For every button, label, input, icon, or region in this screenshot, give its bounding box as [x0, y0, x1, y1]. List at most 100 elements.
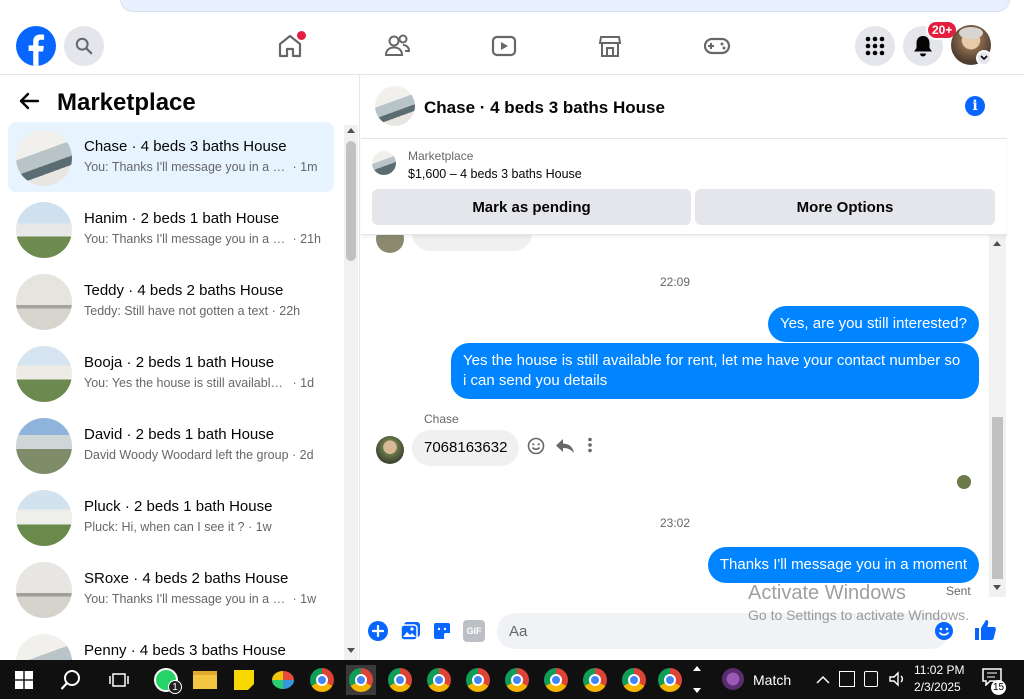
conversation-item[interactable]: Penny · 4 beds 3 baths House	[8, 626, 334, 660]
sidebar-scroll-thumb[interactable]	[346, 141, 356, 261]
chat-scrollbar[interactable]	[989, 235, 1006, 597]
gif-button[interactable]: GIF	[463, 620, 485, 642]
chat-avatar[interactable]	[375, 86, 415, 126]
taskbar-chrome[interactable]	[541, 665, 571, 695]
sender-avatar	[376, 235, 404, 253]
conversation-item[interactable]: SRoxe · 4 beds 2 baths House You: Thanks…	[8, 554, 334, 624]
arrow-left-icon	[19, 92, 40, 110]
chat-title[interactable]: Chase · 4 beds 3 baths House	[424, 98, 665, 118]
taskbar-chrome[interactable]	[502, 665, 532, 695]
listing-thumbnail	[16, 490, 72, 546]
conversation-title: Chase · 4 beds 3 baths House	[84, 138, 287, 155]
network-icon[interactable]	[839, 671, 855, 687]
clock-date[interactable]: 2/3/2025	[914, 680, 961, 694]
taskbar-chrome[interactable]	[463, 665, 493, 695]
chrome-icon	[544, 668, 568, 692]
scroll-down-arrow[interactable]	[347, 648, 355, 653]
listing-thumbnail[interactable]	[372, 151, 396, 175]
sidebar-scrollbar[interactable]	[344, 125, 358, 660]
timestamp-separator: 22:09	[660, 275, 691, 289]
sticker-icon	[434, 623, 450, 639]
taskbar-paint[interactable]	[268, 665, 298, 695]
react-button[interactable]	[527, 437, 545, 455]
taskbar-chrome-active[interactable]	[346, 665, 376, 695]
listing-source: Marketplace	[408, 149, 474, 163]
profile-dropdown[interactable]	[976, 50, 992, 66]
scroll-down-arrow[interactable]	[993, 585, 1001, 590]
previous-message-bubble	[412, 235, 532, 251]
more-vertical-icon	[588, 437, 592, 453]
info-icon: i	[972, 98, 978, 114]
sender-name: Chase	[424, 412, 459, 426]
sticker-button[interactable]	[431, 620, 453, 642]
clock-time[interactable]: 11:02 PM	[914, 663, 964, 677]
conversation-item[interactable]: Chase · 4 beds 3 baths House You: Thanks…	[8, 122, 334, 192]
incoming-message[interactable]: 7068163632	[412, 430, 520, 466]
thumbs-up-icon	[975, 620, 996, 640]
nav-gaming[interactable]	[697, 30, 737, 62]
taskbar-chrome[interactable]	[424, 665, 454, 695]
gaming-icon	[703, 37, 731, 55]
nav-video[interactable]	[484, 30, 524, 62]
taskbar-chrome[interactable]	[385, 665, 415, 695]
facebook-logo[interactable]	[16, 26, 56, 66]
conversation-title: David · 2 beds 1 bath House	[84, 426, 275, 443]
back-button[interactable]	[18, 91, 46, 115]
more-actions-button[interactable]	[587, 437, 597, 455]
listing-title[interactable]: $1,600 – 4 beds 3 baths House	[408, 167, 582, 181]
like-button[interactable]	[973, 618, 997, 642]
add-button[interactable]	[368, 621, 388, 641]
taskbar-chrome[interactable]	[619, 665, 649, 695]
search-button[interactable]	[64, 26, 104, 66]
menu-button[interactable]	[855, 26, 895, 66]
nav-home[interactable]	[270, 30, 310, 62]
home-notification-dot	[297, 31, 306, 40]
windows-taskbar: 1 Match 11:02 PM 2/3/2025 15	[0, 660, 1024, 699]
taskbar-scroll-arrows[interactable]	[692, 664, 702, 696]
chat-scroll-thumb[interactable]	[992, 417, 1003, 579]
weather-widget[interactable]: Match	[720, 664, 800, 695]
chrome-icon	[388, 668, 412, 692]
nav-friends[interactable]	[377, 30, 417, 62]
conversation-item[interactable]: David · 2 beds 1 bath House David Woody …	[8, 410, 334, 480]
whatsapp-badge: 1	[168, 680, 182, 694]
taskbar-sticky-notes[interactable]	[229, 665, 259, 695]
grid-menu-icon	[865, 36, 885, 56]
task-view-button[interactable]	[104, 665, 134, 695]
conversation-item[interactable]: Booja · 2 beds 1 bath House You: Yes the…	[8, 338, 334, 408]
conversation-item[interactable]: Pluck · 2 beds 1 bath House Pluck: Hi, w…	[8, 482, 334, 552]
conversation-item[interactable]: Hanim · 2 beds 1 bath House You: Thanks …	[8, 194, 334, 264]
scroll-up-arrow[interactable]	[993, 241, 1001, 246]
conversation-preview: David Woody Woodard left the group · 2d	[84, 448, 314, 462]
taskbar-chrome[interactable]	[655, 665, 685, 695]
conversation-item[interactable]: Teddy · 4 beds 2 baths House Teddy: Stil…	[8, 266, 334, 336]
conversation-title: Pluck · 2 beds 1 bath House	[84, 498, 273, 515]
photo-button[interactable]	[400, 620, 422, 642]
reply-button[interactable]	[555, 437, 575, 455]
gif-icon: GIF	[466, 626, 482, 636]
nav-marketplace[interactable]	[590, 30, 630, 62]
taskbar-chrome[interactable]	[580, 665, 610, 695]
battery-icon[interactable]	[864, 671, 878, 687]
emoji-button[interactable]	[934, 621, 954, 641]
taskbar-file-explorer[interactable]	[190, 665, 220, 695]
friends-icon	[384, 34, 411, 56]
taskbar-whatsapp[interactable]: 1	[151, 665, 182, 695]
chat-info-button[interactable]: i	[965, 96, 985, 116]
taskbar-search[interactable]	[56, 665, 86, 695]
address-bar[interactable]	[120, 0, 1010, 12]
scroll-up-arrow[interactable]	[347, 128, 355, 133]
start-button[interactable]	[9, 665, 39, 695]
outgoing-message[interactable]: Yes the house is still available for ren…	[451, 343, 979, 399]
listing-card: Marketplace $1,600 – 4 beds 3 baths Hous…	[361, 139, 1007, 235]
outgoing-message[interactable]: Yes, are you still interested?	[767, 306, 979, 342]
show-hidden-icons[interactable]	[816, 672, 830, 686]
more-options-button[interactable]: More Options	[695, 189, 995, 225]
outgoing-message[interactable]: Thanks I'll message you in a moment	[707, 547, 979, 583]
notification-center[interactable]: 15	[982, 668, 1006, 695]
taskbar-chrome[interactable]	[307, 665, 337, 695]
browser-strip	[0, 0, 1024, 18]
watermark-line-2: Go to Settings to activate Windows.	[748, 607, 969, 623]
mark-pending-button[interactable]: Mark as pending	[372, 189, 691, 225]
volume-icon[interactable]	[888, 670, 906, 688]
